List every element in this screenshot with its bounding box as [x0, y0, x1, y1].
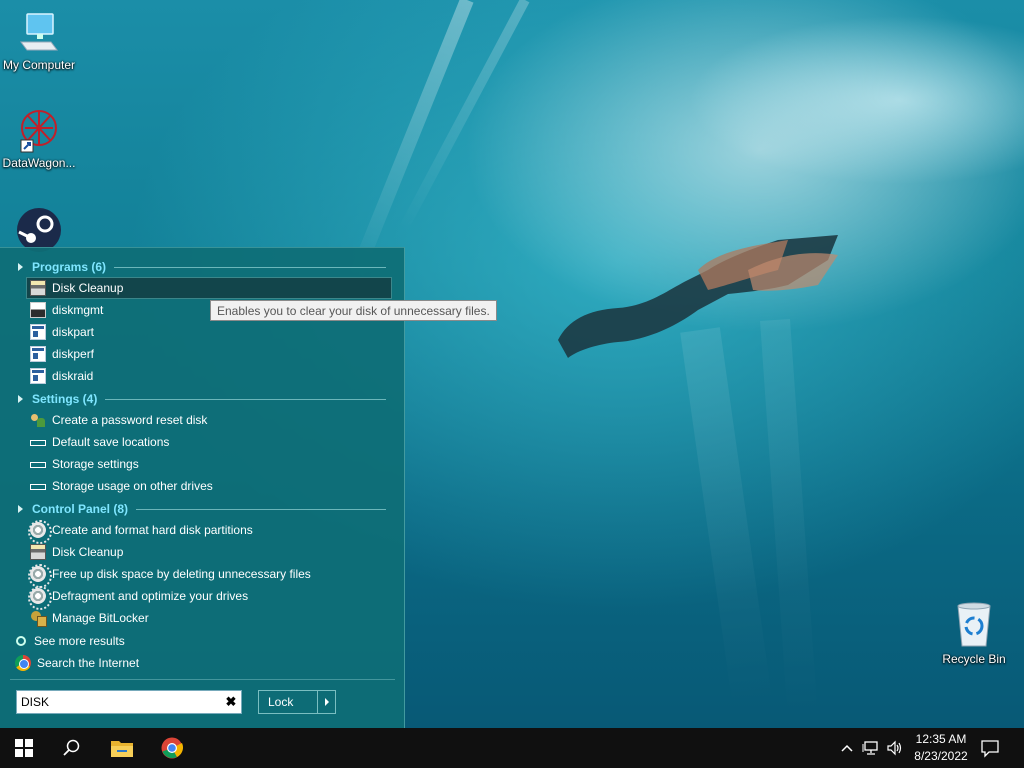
result-item-diskpart[interactable]: diskpart	[27, 322, 391, 342]
result-label: Storage settings	[52, 457, 139, 471]
disk-cleanup-icon	[30, 544, 46, 560]
power-options-arrow-icon[interactable]	[317, 691, 335, 713]
notification-icon	[981, 740, 999, 758]
clear-search-icon[interactable]: ✖	[221, 694, 241, 710]
taskbar-chrome[interactable]	[148, 728, 196, 768]
search-internet-link[interactable]: Search the Internet	[12, 653, 376, 673]
result-label: diskpart	[52, 325, 95, 339]
lock-button[interactable]: Lock	[258, 690, 336, 714]
network-icon[interactable]	[862, 740, 880, 756]
drive-bar-icon	[30, 440, 46, 446]
gear-icon	[28, 564, 52, 588]
result-item-format-partitions[interactable]: Create and format hard disk partitions	[27, 520, 391, 544]
drive-bar-icon	[30, 462, 46, 468]
result-label: Manage BitLocker	[52, 611, 149, 625]
desktop-icon-label: Recycle Bin	[942, 652, 1006, 666]
result-item-default-save[interactable]: Default save locations	[27, 432, 391, 452]
result-label: diskperf	[52, 347, 95, 361]
desktop-icon-label: DataWagon...	[2, 156, 76, 170]
drive-bar-icon	[30, 484, 46, 490]
recycle-bin-icon	[950, 602, 998, 650]
taskbar-file-explorer[interactable]	[98, 728, 146, 768]
result-item-diskraid[interactable]: diskraid	[27, 366, 391, 386]
section-programs-header[interactable]: Programs (6)	[16, 258, 386, 276]
taskbar: 12:35 AM 8/23/2022	[0, 728, 1024, 768]
gear-icon	[28, 586, 52, 610]
show-hidden-icons-chevron[interactable]	[840, 740, 854, 756]
section-title: Programs (6)	[32, 260, 107, 274]
section-settings-header[interactable]: Settings (4)	[16, 390, 386, 408]
section-divider	[105, 398, 386, 400]
start-search-input[interactable]	[17, 692, 221, 712]
diver-silhouette	[558, 235, 838, 358]
gear-icon	[28, 520, 52, 544]
result-item-bitlocker[interactable]: Manage BitLocker	[27, 608, 391, 628]
see-more-label: See more results	[34, 634, 125, 648]
result-label: Default save locations	[52, 435, 170, 449]
result-label: Defragment and optimize your drives	[52, 589, 249, 603]
result-label: Disk Cleanup	[52, 545, 124, 559]
result-label: Free up disk space by deleting unnecessa…	[52, 567, 311, 581]
computer-icon	[15, 8, 63, 56]
footer-divider	[10, 679, 395, 680]
desktop-icon-datawagon[interactable]: DataWagon...	[0, 106, 79, 170]
taskbar-search-button[interactable]	[48, 728, 96, 768]
result-item-defragment[interactable]: Defragment and optimize your drives	[27, 586, 391, 610]
disk-management-icon	[30, 302, 46, 318]
result-item-storage-settings[interactable]: Storage settings	[27, 454, 391, 474]
search-icon	[16, 636, 26, 646]
disk-cleanup-icon	[30, 280, 46, 296]
desktop-icon-my-computer[interactable]: My Computer	[0, 8, 79, 72]
result-item-diskperf[interactable]: diskperf	[27, 344, 391, 364]
section-title: Control Panel (8)	[32, 502, 129, 516]
console-window-icon	[30, 368, 46, 384]
result-label: Storage usage on other drives	[52, 479, 213, 493]
volume-icon[interactable]	[886, 740, 904, 756]
datawagon-icon	[15, 106, 63, 154]
result-label: Create and format hard disk partitions	[52, 523, 253, 537]
clock-time: 12:35 AM	[915, 732, 967, 746]
result-item-password-reset[interactable]: Create a password reset disk	[27, 410, 391, 430]
expand-arrow-icon	[18, 395, 23, 403]
clock-date: 8/23/2022	[914, 749, 968, 763]
result-item-disk-cleanup[interactable]: Disk Cleanup	[26, 277, 392, 299]
windows-logo-icon	[15, 739, 33, 757]
chrome-icon	[161, 737, 183, 759]
console-window-icon	[30, 346, 46, 362]
section-control-panel-header[interactable]: Control Panel (8)	[16, 500, 386, 518]
lock-label: Lock	[268, 695, 294, 709]
result-item-free-up-space[interactable]: Free up disk space by deleting unnecessa…	[27, 564, 391, 588]
result-item-disk-cleanup-cp[interactable]: Disk Cleanup	[27, 542, 391, 562]
folder-icon	[111, 741, 133, 757]
result-label: Create a password reset disk	[52, 413, 208, 427]
bitlocker-icon	[30, 610, 47, 627]
result-label: Disk Cleanup	[52, 281, 124, 295]
clock[interactable]: 12:35 AM 8/23/2022	[908, 731, 974, 765]
result-label: diskraid	[52, 369, 94, 383]
start-button[interactable]	[0, 728, 48, 768]
section-divider	[136, 508, 386, 510]
expand-arrow-icon	[18, 505, 23, 513]
desktop-icon-label: My Computer	[2, 58, 76, 72]
console-window-icon	[30, 324, 46, 340]
users-icon	[30, 412, 46, 428]
start-search-box[interactable]: ✖	[16, 690, 242, 714]
chrome-icon	[15, 655, 31, 671]
search-internet-label: Search the Internet	[37, 656, 140, 670]
result-label: diskmgmt	[52, 303, 104, 317]
search-icon	[63, 739, 80, 756]
result-item-storage-usage[interactable]: Storage usage on other drives	[27, 476, 391, 496]
section-title: Settings (4)	[32, 392, 98, 406]
desktop-icon-recycle-bin[interactable]: Recycle Bin	[934, 602, 1014, 666]
see-more-results-link[interactable]: See more results	[12, 631, 376, 651]
section-divider	[114, 266, 386, 268]
action-center-button[interactable]	[980, 738, 1002, 758]
tooltip: Enables you to clear your disk of unnece…	[210, 300, 497, 321]
expand-arrow-icon	[18, 263, 23, 271]
